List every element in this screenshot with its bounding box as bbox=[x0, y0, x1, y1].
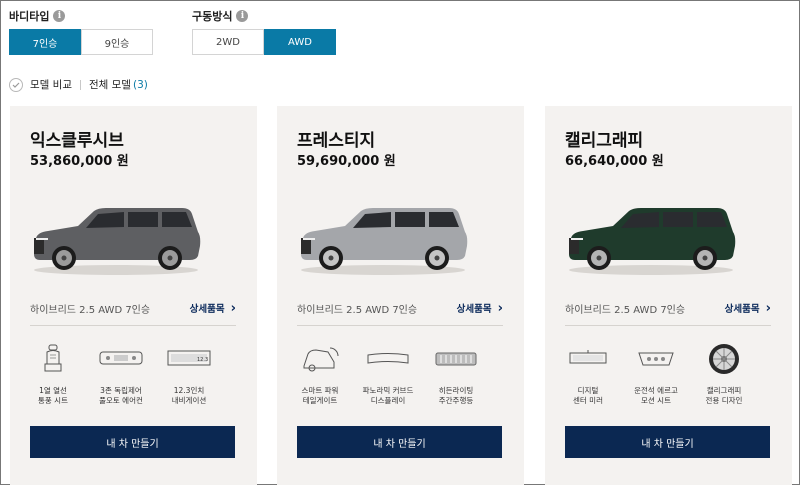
detail-items-label: 상세품목 bbox=[189, 304, 225, 315]
divider bbox=[79, 79, 81, 90]
calligraphy-wheel-icon bbox=[689, 342, 759, 376]
ergo-motion-seat-icon bbox=[621, 342, 691, 376]
info-icon[interactable]: i bbox=[236, 10, 249, 22]
feature-item: 파노라믹 커브드 디스플레이 bbox=[353, 342, 423, 406]
chevron-right-icon: › bbox=[230, 300, 236, 316]
trim-row: 하이브리드 2.5 AWD 7인승 상세품목 › bbox=[565, 298, 771, 318]
feature-label: 디지털 센터 미러 bbox=[553, 386, 623, 406]
feature-label-line: 센터 미러 bbox=[573, 396, 603, 405]
feature-item: 스마트 파워 테일게이트 bbox=[285, 342, 355, 406]
feature-item: 운전석 에르고 모션 시트 bbox=[621, 342, 691, 406]
feature-label-line: 디스플레이 bbox=[370, 396, 406, 405]
digital-center-mirror-icon bbox=[553, 342, 623, 376]
car-image bbox=[569, 208, 736, 275]
detail-items-link[interactable]: 상세품목 › bbox=[725, 301, 771, 316]
feature-label-line: 12.3인치 bbox=[173, 386, 205, 395]
panoramic-curved-display-icon bbox=[353, 342, 423, 376]
feature-label: 캘리그래피 전용 디자인 bbox=[689, 386, 759, 406]
compare-models-link[interactable]: 모델 비교 bbox=[30, 77, 72, 92]
feature-label: 파노라믹 커브드 디스플레이 bbox=[353, 386, 423, 406]
feature-label-line: 파노라믹 커브드 bbox=[362, 386, 414, 395]
trim-label: 하이브리드 2.5 AWD 7인승 bbox=[565, 304, 686, 316]
card-divider bbox=[565, 325, 771, 326]
drive-awd-button[interactable]: AWD bbox=[264, 29, 336, 55]
feature-label: 3존 독립제어 풀오토 에어컨 bbox=[86, 386, 156, 406]
drive-filter: 구동방식 i 2WD AWD bbox=[192, 8, 336, 55]
check-circle-icon[interactable] bbox=[9, 77, 23, 92]
feature-label: 운전석 에르고 모션 시트 bbox=[621, 386, 691, 406]
seat-icon bbox=[18, 342, 88, 376]
feature-label-line: 모션 시트 bbox=[641, 396, 671, 405]
model-name: 프레스티지 bbox=[297, 131, 376, 151]
drive-2wd-button[interactable]: 2WD bbox=[192, 29, 264, 55]
drive-options: 2WD AWD bbox=[192, 29, 336, 55]
trim-label: 하이브리드 2.5 AWD 7인승 bbox=[30, 304, 151, 316]
feature-label-line: 디지털 bbox=[577, 386, 599, 395]
highway-driving-assist-icon bbox=[421, 342, 491, 376]
svg-text:12.3: 12.3 bbox=[197, 357, 208, 363]
feature-item: 캘리그래피 전용 디자인 bbox=[689, 342, 759, 406]
body-type-filter: 바디타입 i 7인승 9인승 bbox=[9, 8, 153, 55]
body-type-7-seat-button[interactable]: 7인승 bbox=[9, 29, 81, 55]
feature-item: 히든라이팅 주간주행등 bbox=[421, 342, 491, 406]
feature-label-line: 히든라이팅 bbox=[438, 386, 474, 395]
card-divider bbox=[297, 325, 503, 326]
body-type-options: 7인승 9인승 bbox=[9, 29, 153, 55]
model-card: 프레스티지 59,690,000 원 하이브리드 2.5 AWD 7인승 상세품… bbox=[277, 106, 524, 485]
build-my-car-button[interactable]: 내 차 만들기 bbox=[297, 426, 502, 458]
chevron-right-icon: › bbox=[497, 300, 503, 316]
feature-label: 1열 열선 통풍 시트 bbox=[18, 386, 88, 406]
card-divider bbox=[30, 325, 236, 326]
feature-item: 12.3 12.3인치 내비게이션 bbox=[154, 342, 224, 406]
car-image bbox=[34, 208, 201, 275]
compare-row: 모델 비교 전체 모델 (3) bbox=[9, 77, 148, 92]
feature-label-line: 1열 열선 bbox=[39, 386, 67, 395]
feature-label-line: 테일게이트 bbox=[302, 396, 338, 405]
build-my-car-button[interactable]: 내 차 만들기 bbox=[565, 426, 770, 458]
feature-item: 1열 열선 통풍 시트 bbox=[18, 342, 88, 406]
drive-title-row: 구동방식 i bbox=[192, 8, 336, 24]
power-tailgate-icon bbox=[285, 342, 355, 376]
feature-label: 12.3인치 내비게이션 bbox=[154, 386, 224, 406]
feature-label: 스마트 파워 테일게이트 bbox=[285, 386, 355, 406]
feature-label-line: 캘리그래피 bbox=[706, 386, 742, 395]
detail-items-link[interactable]: 상세품목 › bbox=[457, 301, 503, 316]
info-icon[interactable]: i bbox=[53, 10, 66, 22]
model-card: 익스클루시브 53,860,000 원 하이브리드 2.5 AWD 7인승 상세… bbox=[10, 106, 257, 485]
feature-label-line: 전용 디자인 bbox=[705, 396, 743, 405]
feature-label-line: 운전석 에르고 bbox=[634, 386, 678, 395]
navigation-display-icon: 12.3 bbox=[154, 342, 224, 376]
build-my-car-button[interactable]: 내 차 만들기 bbox=[30, 426, 235, 458]
detail-items-label: 상세품목 bbox=[724, 304, 760, 315]
model-price: 53,860,000 원 bbox=[30, 154, 129, 169]
detail-items-label: 상세품목 bbox=[456, 304, 492, 315]
feature-label-line: 스마트 파워 bbox=[301, 386, 339, 395]
climate-panel-icon bbox=[86, 342, 156, 376]
trim-label: 하이브리드 2.5 AWD 7인승 bbox=[297, 304, 418, 316]
drive-title: 구동방식 bbox=[192, 10, 233, 23]
trim-row: 하이브리드 2.5 AWD 7인승 상세품목 › bbox=[30, 298, 236, 318]
car-image bbox=[301, 208, 468, 275]
model-name: 캘리그래피 bbox=[565, 131, 644, 151]
trim-row: 하이브리드 2.5 AWD 7인승 상세품목 › bbox=[297, 298, 503, 318]
feature-item: 디지털 센터 미러 bbox=[553, 342, 623, 406]
body-type-title: 바디타입 bbox=[9, 10, 50, 23]
feature-label-line: 내비게이션 bbox=[171, 396, 207, 405]
model-price: 59,690,000 원 bbox=[297, 154, 396, 169]
model-name: 익스클루시브 bbox=[30, 131, 124, 151]
feature-item: 3존 독립제어 풀오토 에어컨 bbox=[86, 342, 156, 406]
body-type-title-row: 바디타입 i bbox=[9, 8, 153, 24]
feature-label-line: 풀오토 에어컨 bbox=[99, 396, 143, 405]
model-price: 66,640,000 원 bbox=[565, 154, 664, 169]
feature-label-line: 통풍 시트 bbox=[38, 396, 68, 405]
chevron-right-icon: › bbox=[765, 300, 771, 316]
feature-label-line: 주간주행등 bbox=[438, 396, 474, 405]
detail-items-link[interactable]: 상세품목 › bbox=[190, 301, 236, 316]
model-card: 캘리그래피 66,640,000 원 하이브리드 2.5 AWD 7인승 상세품… bbox=[545, 106, 792, 485]
feature-label-line: 3존 독립제어 bbox=[100, 386, 142, 395]
all-models-label: 전체 모델 bbox=[88, 79, 131, 91]
model-count: (3) bbox=[132, 78, 148, 91]
body-type-9-seat-button[interactable]: 9인승 bbox=[81, 29, 153, 55]
feature-label: 히든라이팅 주간주행등 bbox=[421, 386, 491, 406]
